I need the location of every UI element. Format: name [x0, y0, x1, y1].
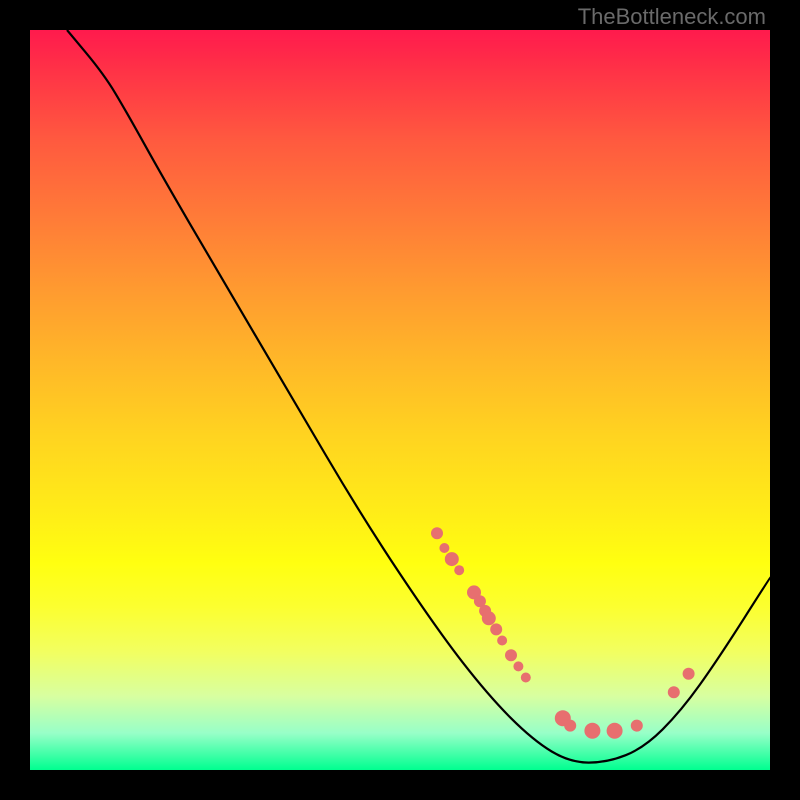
bottleneck-curve [67, 30, 770, 763]
scatter-point [513, 661, 523, 671]
scatter-point [445, 552, 459, 566]
scatter-point [683, 668, 695, 680]
scatter-point [564, 720, 576, 732]
watermark-text: TheBottleneck.com [578, 4, 766, 30]
scatter-point [668, 686, 680, 698]
scatter-point [482, 611, 496, 625]
scatter-point [454, 565, 464, 575]
scatter-point [505, 649, 517, 661]
scatter-point [631, 720, 643, 732]
chart-svg [30, 30, 770, 770]
scatter-point [439, 543, 449, 553]
scatter-point [431, 527, 443, 539]
scatter-point [584, 723, 600, 739]
scatter-point [521, 673, 531, 683]
scatter-point [497, 636, 507, 646]
chart-plot-area [30, 30, 770, 770]
scatter-points [431, 527, 695, 739]
scatter-point [607, 723, 623, 739]
scatter-point [490, 623, 502, 635]
